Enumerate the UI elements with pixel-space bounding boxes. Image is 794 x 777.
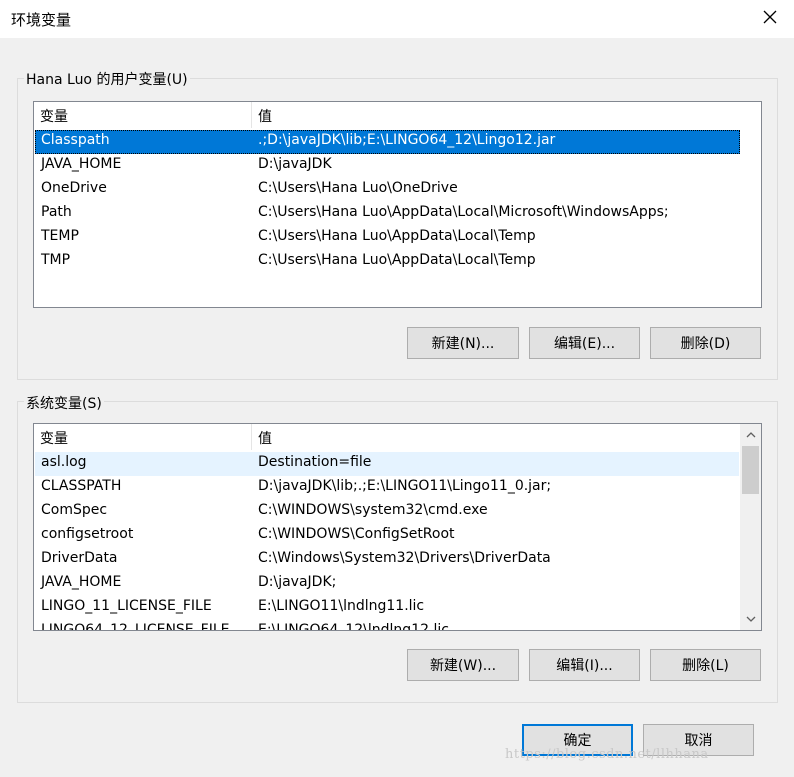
row-value: E:\LINGO64_12\lndlng12.lic	[258, 622, 449, 631]
row-value: C:\Users\Hana Luo\AppData\Local\Temp	[258, 252, 536, 268]
window-title: 环境变量	[11, 11, 72, 29]
row-value: C:\WINDOWS\system32\cmd.exe	[258, 502, 488, 518]
table-row[interactable]: configsetroot C:\WINDOWS\ConfigSetRoot	[35, 524, 739, 548]
row-value: .;D:\javaJDK\lib;E:\LINGO64_12\Lingo12.j…	[258, 132, 556, 148]
row-value: C:\Users\Hana Luo\OneDrive	[258, 180, 458, 196]
row-value: E:\LINGO11\lndlng11.lic	[258, 598, 425, 614]
table-row[interactable]: Classpath .;D:\javaJDK\lib;E:\LINGO64_12…	[35, 130, 740, 154]
column-header-value[interactable]: 值	[258, 106, 272, 126]
close-icon[interactable]	[760, 7, 780, 27]
row-value: D:\javaJDK	[258, 156, 332, 172]
table-row[interactable]: JAVA_HOME D:\javaJDK	[35, 154, 740, 178]
column-header-name[interactable]: 变量	[40, 106, 68, 126]
user-variables-list[interactable]: 变量 值 Classpath .;D:\javaJDK\lib;E:\LINGO…	[33, 101, 762, 308]
column-header-value[interactable]: 值	[258, 428, 272, 448]
column-separator[interactable]	[251, 102, 252, 128]
table-row[interactable]: JAVA_HOME D:\javaJDK;	[35, 572, 739, 596]
table-row[interactable]: LINGO_11_LICENSE_FILE E:\LINGO11\lndlng1…	[35, 596, 739, 620]
row-value: D:\javaJDK;	[258, 574, 337, 590]
table-row[interactable]: TEMP C:\Users\Hana Luo\AppData\Local\Tem…	[35, 226, 740, 250]
table-row[interactable]: CLASSPATH D:\javaJDK\lib;.;E:\LINGO11\Li…	[35, 476, 739, 500]
row-value: C:\Users\Hana Luo\AppData\Local\Temp	[258, 228, 536, 244]
row-name: OneDrive	[41, 180, 107, 196]
row-name: Path	[41, 204, 72, 220]
row-value: C:\Windows\System32\Drivers\DriverData	[258, 550, 551, 566]
scroll-up-icon[interactable]	[742, 426, 759, 443]
row-name: DriverData	[41, 550, 118, 566]
user-variables-label: Hana Luo 的用户变量(U)	[24, 69, 190, 89]
row-value: Destination=file	[258, 454, 372, 470]
user-edit-button[interactable]: 编辑(E)...	[529, 327, 640, 359]
system-new-button[interactable]: 新建(W)...	[407, 649, 519, 681]
system-variables-list[interactable]: 变量 值 asl.log Destination=file CLASSPATH …	[33, 423, 762, 631]
row-value: C:\Users\Hana Luo\AppData\Local\Microsof…	[258, 204, 669, 220]
row-name: TMP	[41, 252, 71, 268]
table-row[interactable]: OneDrive C:\Users\Hana Luo\OneDrive	[35, 178, 740, 202]
scroll-thumb[interactable]	[742, 446, 759, 494]
row-name: configsetroot	[41, 526, 134, 542]
vertical-scrollbar[interactable]	[740, 424, 761, 630]
row-name: asl.log	[41, 454, 87, 470]
system-delete-button[interactable]: 删除(L)	[650, 649, 761, 681]
table-row[interactable]: TMP C:\Users\Hana Luo\AppData\Local\Temp	[35, 250, 740, 274]
system-edit-button[interactable]: 编辑(I)...	[529, 649, 640, 681]
row-name: TEMP	[41, 228, 79, 244]
scroll-down-icon[interactable]	[742, 610, 759, 627]
title-bar: 环境变量	[0, 0, 794, 39]
row-value: D:\javaJDK\lib;.;E:\LINGO11\Lingo11_0.ja…	[258, 478, 552, 494]
row-name: LINGO_11_LICENSE_FILE	[41, 598, 212, 614]
table-row[interactable]: DriverData C:\Windows\System32\Drivers\D…	[35, 548, 739, 572]
user-delete-button[interactable]: 删除(D)	[650, 327, 761, 359]
row-name: Classpath	[41, 132, 110, 148]
row-name: JAVA_HOME	[41, 156, 122, 172]
row-value: C:\WINDOWS\ConfigSetRoot	[258, 526, 455, 542]
table-row[interactable]: Path C:\Users\Hana Luo\AppData\Local\Mic…	[35, 202, 740, 226]
system-list-header: 变量 值	[34, 424, 761, 450]
watermark: https://blog.csdn.net/llhhana	[505, 747, 709, 762]
row-name: LINGO64_12_LICENSE_FILE	[41, 622, 230, 631]
row-name: ComSpec	[41, 502, 108, 518]
table-row[interactable]: LINGO64_12_LICENSE_FILE E:\LINGO64_12\ln…	[35, 620, 739, 631]
row-name: JAVA_HOME	[41, 574, 122, 590]
column-header-name[interactable]: 变量	[40, 428, 68, 448]
system-variables-label: 系统变量(S)	[24, 393, 104, 413]
column-separator[interactable]	[251, 424, 252, 450]
user-new-button[interactable]: 新建(N)...	[407, 327, 519, 359]
row-name: CLASSPATH	[41, 478, 122, 494]
table-row[interactable]: ComSpec C:\WINDOWS\system32\cmd.exe	[35, 500, 739, 524]
user-list-header: 变量 值	[34, 102, 761, 128]
table-row[interactable]: asl.log Destination=file	[35, 452, 739, 476]
